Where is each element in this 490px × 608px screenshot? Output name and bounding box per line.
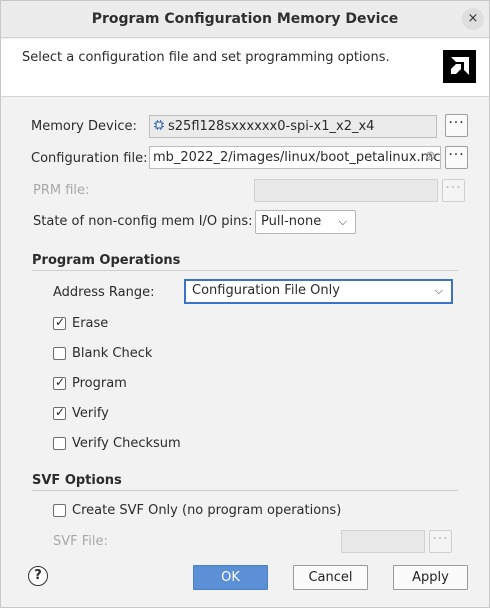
checkmark-icon: ✓ xyxy=(55,315,66,329)
checkbox-box[interactable]: ✓ xyxy=(53,405,66,420)
memory-device-field: s25fl128sxxxxxx0-spi-x1_x2_x4 xyxy=(149,115,437,138)
amd-logo-icon xyxy=(443,50,476,83)
cancel-button[interactable]: Cancel xyxy=(293,565,368,590)
address-range-value: Configuration File Only xyxy=(192,283,340,298)
dialog-header: Select a configuration file and set prog… xyxy=(1,39,489,97)
state-pins-value: Pull-none xyxy=(261,214,322,229)
clear-field-icon[interactable]: ⊗ xyxy=(425,149,436,164)
config-file-value: mb_2022_2/images/linux/boot_petalinux.mc… xyxy=(153,150,441,165)
close-icon[interactable]: × xyxy=(462,8,484,30)
prm-file-input xyxy=(254,179,438,202)
program-label: Program xyxy=(72,376,127,391)
apply-button[interactable]: Apply xyxy=(393,565,468,590)
svf-file-input xyxy=(341,530,425,553)
chip-icon xyxy=(153,117,165,130)
state-pins-select[interactable]: Pull-none ⌵ xyxy=(255,210,356,234)
title-bar: Program Configuration Memory Device × xyxy=(1,1,489,38)
section-divider xyxy=(32,490,458,491)
checkbox-box[interactable] xyxy=(53,347,66,360)
config-file-label: Configuration file: xyxy=(31,151,148,166)
verify-checkbox[interactable]: ✓ Verify xyxy=(53,405,213,422)
checkmark-icon: ✓ xyxy=(55,405,66,419)
memory-device-label: Memory Device: xyxy=(31,119,137,134)
checkbox-box[interactable] xyxy=(53,504,66,517)
svf-file-browse-button: ··· xyxy=(429,530,452,553)
program-config-memory-dialog: Program Configuration Memory Device × Se… xyxy=(0,0,490,608)
section-divider xyxy=(32,270,458,271)
address-range-label: Address Range: xyxy=(53,285,155,300)
memory-device-browse-button[interactable]: ··· xyxy=(445,114,468,137)
ok-button[interactable]: OK xyxy=(193,565,268,590)
svf-options-title: SVF Options xyxy=(32,473,122,488)
config-file-input[interactable]: mb_2022_2/images/linux/boot_petalinux.mc… xyxy=(149,146,441,169)
program-operations-title: Program Operations xyxy=(32,253,181,268)
create-svf-only-checkbox[interactable]: Create SVF Only (no program operations) xyxy=(53,503,353,519)
checkmark-icon: ✓ xyxy=(55,375,66,389)
state-pins-label: State of non-config mem I/O pins: xyxy=(33,214,253,229)
verify-checksum-label: Verify Checksum xyxy=(72,436,181,451)
config-file-browse-button[interactable]: ··· xyxy=(445,146,468,169)
address-range-select[interactable]: Configuration File Only ⌵ xyxy=(184,279,453,304)
help-icon[interactable]: ? xyxy=(28,566,48,586)
program-checkbox[interactable]: ✓ Program xyxy=(53,375,213,392)
verify-label: Verify xyxy=(72,406,109,421)
blank-check-label: Blank Check xyxy=(72,346,153,361)
header-description: Select a configuration file and set prog… xyxy=(22,50,390,65)
prm-file-browse-button: ··· xyxy=(442,179,465,202)
checkbox-box[interactable] xyxy=(53,437,66,450)
checkbox-box[interactable]: ✓ xyxy=(53,375,66,390)
chevron-down-icon: ⌵ xyxy=(434,284,443,297)
blank-check-checkbox[interactable]: Blank Check xyxy=(53,346,213,362)
create-svf-only-label: Create SVF Only (no program operations) xyxy=(72,503,342,518)
erase-checkbox[interactable]: ✓ Erase xyxy=(53,315,213,332)
prm-file-label: PRM file: xyxy=(33,183,90,198)
verify-checksum-checkbox[interactable]: Verify Checksum xyxy=(53,436,213,452)
checkbox-box[interactable]: ✓ xyxy=(53,315,66,330)
memory-device-value: s25fl128sxxxxxx0-spi-x1_x2_x4 xyxy=(168,119,375,134)
svf-file-label: SVF File: xyxy=(53,534,108,549)
erase-label: Erase xyxy=(72,316,109,331)
chevron-down-icon: ⌵ xyxy=(338,215,347,228)
dialog-title: Program Configuration Memory Device xyxy=(91,11,399,27)
